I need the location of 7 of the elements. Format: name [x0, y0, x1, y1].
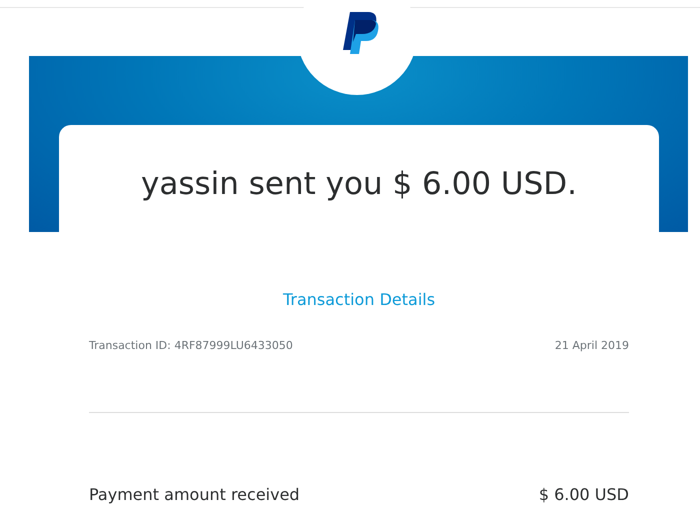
- logo-icon: [342, 10, 380, 56]
- transaction-details-link[interactable]: Transaction Details: [282, 290, 436, 308]
- headline: yassin sent you $ 6.00 USD.: [140, 165, 578, 204]
- transaction-date: 21 April 2019: [554, 338, 629, 354]
- payment-label: Payment amount received: [89, 484, 300, 506]
- payment-amount: $ 6.00 USD: [538, 484, 629, 506]
- transaction-id: Transaction ID: 4RF87999LU6433050: [89, 338, 293, 354]
